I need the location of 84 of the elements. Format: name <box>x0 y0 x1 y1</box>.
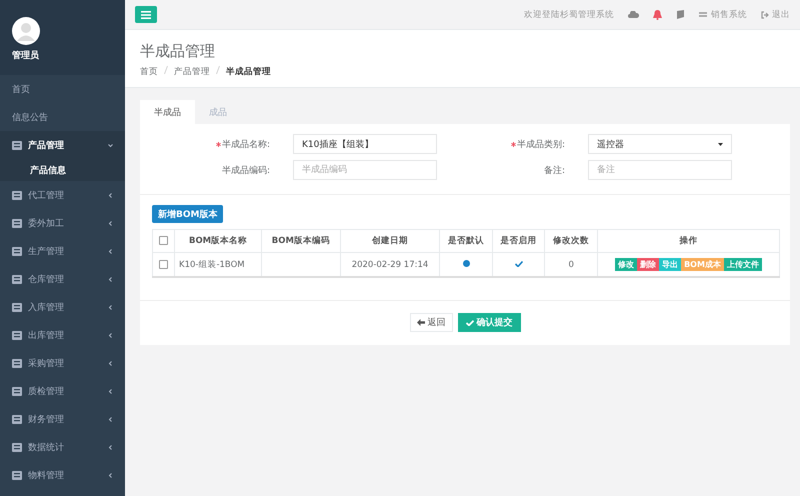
breadcrumb-item[interactable]: 产品管理 <box>174 66 210 78</box>
input-field[interactable]: 备注 <box>588 160 732 180</box>
menu-icon <box>12 140 22 150</box>
separator-icon <box>216 66 220 74</box>
column-header: BOM版本名称 <box>174 230 262 252</box>
select-field[interactable]: 遥控器 <box>588 134 732 154</box>
action-button[interactable]: 上传文件 <box>724 258 762 271</box>
nav-item[interactable]: 生产管理 <box>0 237 125 265</box>
nav-item[interactable]: 首页 <box>0 75 125 103</box>
nav-item[interactable]: 数据统计 <box>0 433 125 461</box>
nav-label: 入库管理 <box>28 302 65 314</box>
tab[interactable]: 半成品 <box>140 100 195 124</box>
action-button[interactable]: 修改 <box>615 258 638 271</box>
menu-icon <box>12 442 22 452</box>
avatar-icon <box>12 17 40 45</box>
nav-item[interactable]: 代工管理 <box>0 181 125 209</box>
breadcrumb-item[interactable]: 首页 <box>140 66 158 78</box>
logout-icon <box>761 10 769 18</box>
nav-item[interactable]: 入库管理 <box>0 293 125 321</box>
input-field[interactable]: K10插座【组装】 <box>293 134 437 154</box>
field-label: 半成品类别: <box>485 138 565 150</box>
menu-icon <box>141 10 151 18</box>
field-label: 备注: <box>542 164 565 176</box>
nav-label: 物料管理 <box>28 470 65 482</box>
nav-label: 财务管理 <box>28 414 65 426</box>
nav-label: 首页 <box>12 84 31 96</box>
cloud-icon[interactable] <box>628 11 639 18</box>
user-name: 管理员 <box>12 50 39 62</box>
menu-icon <box>12 218 22 228</box>
caret-icon <box>718 142 723 146</box>
nav-label: 产品管理 <box>28 139 65 152</box>
menu-button[interactable] <box>135 6 157 23</box>
bell-icon[interactable] <box>653 10 662 20</box>
menu-icon <box>12 386 22 396</box>
menu-icon <box>12 470 22 480</box>
column-header: 修改次数 <box>544 230 598 252</box>
column-header: BOM版本编码 <box>262 230 340 252</box>
column-header: 操作 <box>598 230 780 252</box>
menu-icon <box>12 414 22 424</box>
menu-icon <box>12 302 22 312</box>
back-button[interactable]: 返回 <box>410 313 452 332</box>
row-checkbox[interactable] <box>159 260 168 269</box>
welcome-text: 欢迎登陆杉蜀管理系统 <box>524 8 614 20</box>
nav-item[interactable]: 物料管理 <box>0 461 125 489</box>
menu-icon <box>12 274 22 284</box>
nav-item[interactable]: 信息公告 <box>0 103 125 131</box>
nav-label: 生产管理 <box>28 246 65 258</box>
column-header: 创建日期 <box>340 230 440 252</box>
add-bom-button[interactable]: 新增BOM版本 <box>152 205 224 223</box>
menu-icon <box>12 358 22 368</box>
nav-label: 委外加工 <box>28 217 65 230</box>
breadcrumb-item: 半成品管理 <box>226 66 271 78</box>
nav-subitem[interactable]: 产品信息 <box>0 159 125 181</box>
nav-label: 质检管理 <box>28 386 65 398</box>
field-label: 半成品名称: <box>190 138 270 150</box>
select-all-checkbox[interactable] <box>159 236 168 246</box>
check-icon <box>466 320 474 326</box>
nav-item[interactable]: 财务管理 <box>0 405 125 433</box>
menu-icon <box>12 330 22 340</box>
nav-label: 出库管理 <box>28 330 65 342</box>
nav-label: 数据统计 <box>28 442 65 454</box>
submit-button[interactable]: 确认提交 <box>458 313 520 332</box>
column-header: 是否默认 <box>440 230 492 252</box>
menu-icon <box>12 246 22 256</box>
nav-label: 采购管理 <box>28 358 65 370</box>
nav-label: 仓库管理 <box>28 274 65 286</box>
nav-item[interactable]: 出库管理 <box>0 321 125 349</box>
page-title: 半成品管理 <box>140 42 216 61</box>
field-label: 半成品编码: <box>220 164 270 176</box>
nav-item[interactable]: 委外加工 <box>0 209 125 237</box>
switch-system-link[interactable]: 销售系统 <box>699 8 747 20</box>
nav-item[interactable]: 采购管理 <box>0 349 125 377</box>
separator-icon <box>164 66 168 74</box>
input-field[interactable]: 半成品编码 <box>293 160 437 180</box>
nav-item[interactable]: 产品管理 <box>0 131 125 159</box>
nav-label: 代工管理 <box>28 190 65 202</box>
nav-item[interactable]: 仓库管理 <box>0 265 125 293</box>
arrow-left-icon <box>416 319 424 326</box>
logout-link[interactable]: 退出 <box>761 8 790 20</box>
action-button[interactable]: 删除 <box>637 258 660 271</box>
nav-item[interactable]: 质检管理 <box>0 377 125 405</box>
menu-icon <box>12 190 22 200</box>
nav-label: 信息公告 <box>12 112 49 124</box>
column-header: 是否启用 <box>492 230 545 252</box>
